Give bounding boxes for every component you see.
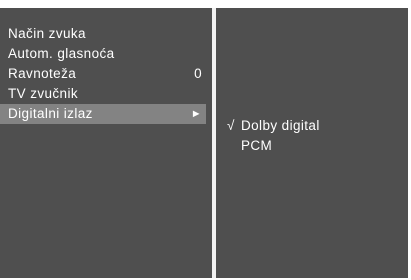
menu-item-label: Način zvuka (8, 26, 86, 41)
menu-item-tv-speaker[interactable]: TV zvučnik (0, 84, 212, 104)
balance-value: 0 (194, 66, 202, 81)
checkmark-icon: √ (227, 118, 235, 133)
menu-item-balance[interactable]: Ravnoteža 0 (0, 64, 212, 84)
menu-item-label: TV zvučnik (8, 86, 79, 101)
option-label: Dolby digital (241, 118, 320, 133)
menu-item-label: Ravnoteža (8, 66, 77, 81)
digital-output-options: √ Dolby digital PCM (227, 116, 320, 156)
submenu-arrow-icon: ► (190, 108, 202, 120)
menu-item-label: Digitalni izlaz (8, 106, 93, 121)
sound-menu-list: Način zvuka Autom. glasnoća Ravnoteža 0 … (0, 24, 212, 124)
menu-item-sound-mode[interactable]: Način zvuka (0, 24, 212, 44)
menu-item-label: Autom. glasnoća (8, 46, 115, 61)
menu-item-auto-volume[interactable]: Autom. glasnoća (0, 44, 212, 64)
option-dolby-digital[interactable]: √ Dolby digital (227, 116, 320, 136)
tv-osd-sound-menu: Način zvuka Autom. glasnoća Ravnoteža 0 … (0, 0, 411, 280)
menu-item-digital-output[interactable]: Digitalni izlaz ► (0, 104, 206, 124)
option-pcm[interactable]: PCM (227, 136, 320, 156)
option-label: PCM (241, 138, 273, 153)
